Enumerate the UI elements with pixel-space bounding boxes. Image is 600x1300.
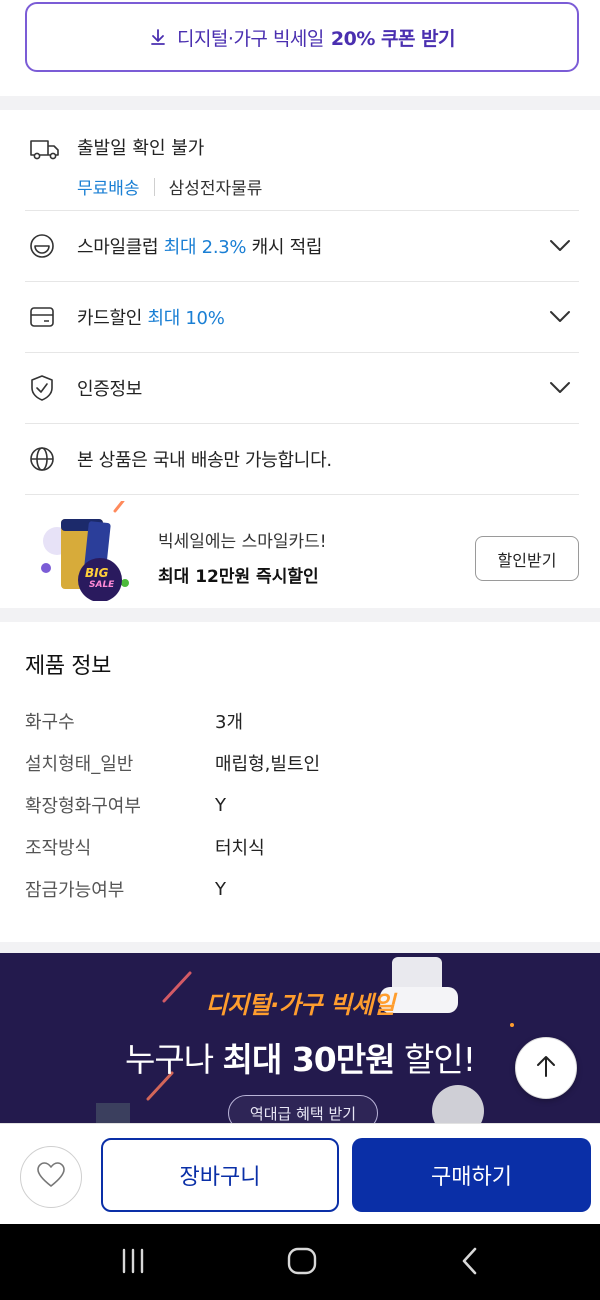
scroll-to-top-button[interactable] [515,1037,577,1099]
system-nav-bar [0,1224,600,1300]
coupon-download-button[interactable]: 디지털·가구 빅세일 20% 쿠폰 받기 [25,2,579,72]
smile-club-row[interactable]: 스마일클럽 최대 2.3% 캐시 적립 [25,211,579,282]
shield-check-icon [29,373,63,403]
big-sale-badge-text: BIG [85,566,109,580]
chevron-down-icon[interactable] [549,381,571,395]
big-sale-badge-text-2: SALE [89,580,115,590]
chevron-down-icon[interactable] [549,239,571,253]
spec-key: 잠금가능여부 [25,880,125,901]
spec-key: 조작방식 [25,838,92,859]
promo-line-2: 최대 12만원 즉시할인 [158,567,319,587]
banner-title: 디지털·가구 빅세일 [205,991,395,1019]
coupon-label: 디지털·가구 빅세일 [176,27,324,50]
spec-title: 제품 정보 [25,654,111,679]
banner-benefit-button[interactable]: 역대급 혜택 받기 [228,1095,378,1123]
spec-value: Y [215,794,226,816]
truck-icon [29,134,63,164]
spec-key: 확장형화구여부 [25,796,141,817]
spec-row: 설치형태_일반 매립형,빌트인 [25,748,575,778]
carrier-name: 삼성전자물류 [168,179,263,199]
spec-value: 매립형,빌트인 [215,754,321,775]
get-discount-button[interactable]: 할인받기 [475,536,579,581]
coupon-label-bold: 20% 쿠폰 받기 [330,27,456,50]
certification-row[interactable]: 인증정보 [25,353,579,424]
domestic-shipping-row: 본 상품은 국내 배송만 가능합니다. [25,424,579,495]
smile-club-prefix: 스마일클럽 [77,237,159,258]
card-discount-highlight: 최대 10% [147,308,225,329]
section-divider [0,608,600,622]
spec-key: 설치형태_일반 [25,754,134,775]
shipping-row: 출발일 확인 불가 무료배송 삼성전자물류 [25,110,579,211]
back-icon [459,1246,481,1280]
spec-key: 화구수 [25,712,75,733]
banner-sub-bold: 최대 30만원 [222,1040,396,1079]
home-icon [286,1246,318,1280]
coupon-section: 디지털·가구 빅세일 20% 쿠폰 받기 [0,0,600,96]
smile-club-highlight: 최대 2.3% [163,237,247,258]
smile-club-text: 스마일클럽 최대 2.3% 캐시 적립 [77,233,322,259]
banner-sub-prefix: 누구나 [125,1040,214,1079]
spec-value: 터치식 [215,838,265,859]
shipping-status: 출발일 확인 불가 [77,138,205,159]
wishlist-button[interactable] [20,1146,82,1208]
card-discount-text: 카드할인 최대 10% [77,304,225,330]
promo-line-1: 빅세일에는 스마일카드! [158,532,327,552]
download-icon [149,28,167,46]
banner-sub-suffix: 할인! [404,1040,476,1079]
spec-row: 화구수 3개 [25,706,575,736]
bottom-action-bar: 장바구니 구매하기 [0,1123,600,1224]
section-divider [0,96,600,110]
divider [153,177,155,196]
domestic-shipping-text: 본 상품은 국내 배송만 가능합니다. [77,450,332,471]
add-to-cart-button[interactable]: 장바구니 [101,1138,339,1212]
card-discount-prefix: 카드할인 [77,308,143,329]
spec-row: 잠금가능여부 Y [25,874,575,904]
card-icon [29,302,63,332]
back-button[interactable] [450,1246,490,1280]
buy-now-button[interactable]: 구매하기 [352,1138,591,1212]
recent-apps-button[interactable] [113,1246,153,1280]
spec-value: 3개 [215,712,244,733]
smile-card-image: BIG SALE [37,499,147,602]
banner-subtitle: 누구나 최대 30만원 할인! [0,1033,600,1081]
smile-club-suffix: 캐시 적립 [251,237,323,258]
home-button[interactable] [282,1246,322,1280]
chevron-down-icon[interactable] [549,310,571,324]
smile-card-promo: BIG SALE 빅세일에는 스마일카드! 최대 12만원 즉시할인 할인받기 [25,495,579,607]
recent-apps-icon [118,1247,148,1279]
globe-icon [29,444,63,474]
spec-row: 조작방식 터치식 [25,832,575,862]
free-shipping-label: 무료배송 [77,179,140,199]
spec-row: 확장형화구여부 Y [25,790,575,820]
big-sale-banner[interactable]: 디지털·가구 빅세일 누구나 최대 30만원 할인! 역대급 혜택 받기 [0,953,600,1123]
section-divider [0,942,600,953]
certification-label: 인증정보 [77,379,143,400]
arrow-up-icon [533,1053,559,1083]
smile-icon [29,231,63,261]
product-spec-section: 제품 정보 화구수 3개 설치형태_일반 매립형,빌트인 확장형화구여부 Y 조… [0,622,600,942]
card-discount-row[interactable]: 카드할인 최대 10% [25,282,579,353]
heart-icon [36,1161,66,1193]
spec-value: Y [215,878,226,900]
